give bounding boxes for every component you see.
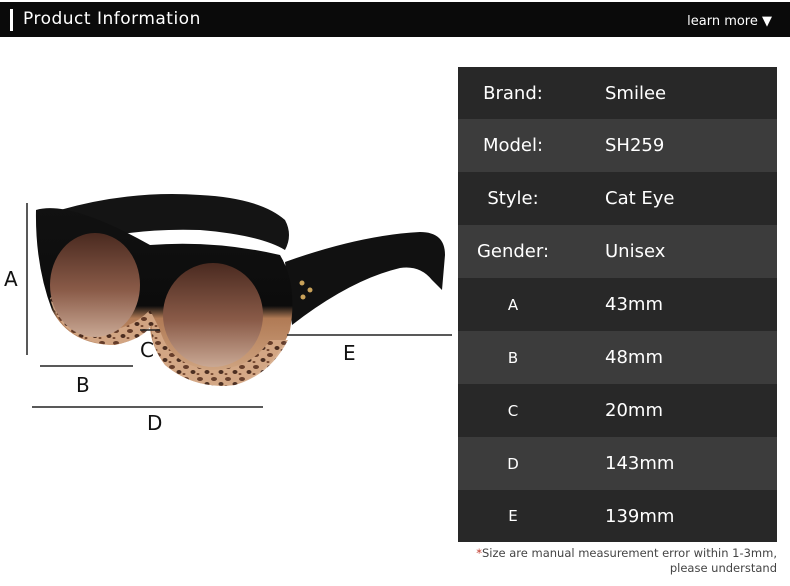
- spec-value: 48mm: [605, 347, 663, 368]
- note-line-1: Size are manual measurement error within…: [481, 546, 777, 560]
- spec-row-b: B 48mm: [458, 331, 777, 384]
- spec-label: Style:: [487, 188, 539, 209]
- right-lens: [163, 263, 263, 367]
- spec-label: Model:: [482, 135, 544, 156]
- spec-row-style: Style: Cat Eye: [458, 172, 777, 225]
- left-lens: [50, 233, 140, 337]
- spec-row-c: C 20mm: [458, 384, 777, 437]
- spec-value: 139mm: [605, 505, 675, 527]
- spec-value: SH259: [605, 135, 665, 156]
- spec-label: B: [507, 348, 519, 367]
- rivet-dot: [300, 294, 306, 300]
- rivet-dot: [299, 280, 305, 286]
- spec-table: Brand: Smilee Model: SH259 Style: Cat Ey…: [458, 67, 777, 542]
- spec-label: E: [508, 507, 518, 525]
- spec-value: Unisex: [605, 241, 666, 262]
- header-accent-bar: [10, 9, 13, 31]
- rivet-dot: [307, 287, 313, 293]
- spec-label: Brand:: [483, 82, 543, 104]
- spec-value: 143mm: [605, 453, 675, 474]
- dimension-label-d: D: [147, 411, 163, 435]
- spec-value: 20mm: [605, 400, 663, 421]
- dimension-label-c: C: [140, 338, 154, 362]
- measurement-note: *Size are manual measurement error withi…: [476, 546, 777, 576]
- note-line-2: please understand: [669, 561, 777, 575]
- spec-row-model: Model: SH259: [458, 119, 777, 172]
- spec-row-e: E 139mm: [458, 490, 777, 542]
- page-title: Product Information: [23, 9, 201, 29]
- dimension-label-e: E: [343, 341, 356, 365]
- spec-value: Smilee: [605, 82, 667, 104]
- dimension-label-a: A: [4, 267, 18, 291]
- spec-value: Cat Eye: [605, 188, 675, 209]
- spec-row-d: D 143mm: [458, 437, 777, 490]
- header-bar: Product Information learn more ▼: [0, 2, 790, 37]
- spec-row-a: A 43mm: [458, 278, 777, 331]
- near-temple-arm: [285, 232, 445, 325]
- dimension-label-b: B: [76, 373, 90, 397]
- sunglasses-illustration: [26, 194, 452, 408]
- spec-value: 43mm: [605, 294, 663, 315]
- learn-more-link[interactable]: learn more ▼: [687, 14, 772, 29]
- spec-label: D: [507, 454, 519, 473]
- spec-label: A: [507, 295, 519, 314]
- spec-row-gender: Gender: Unisex: [458, 225, 777, 278]
- spec-label: C: [507, 401, 519, 420]
- spec-label: Gender:: [476, 241, 550, 262]
- spec-row-brand: Brand: Smilee: [458, 67, 777, 119]
